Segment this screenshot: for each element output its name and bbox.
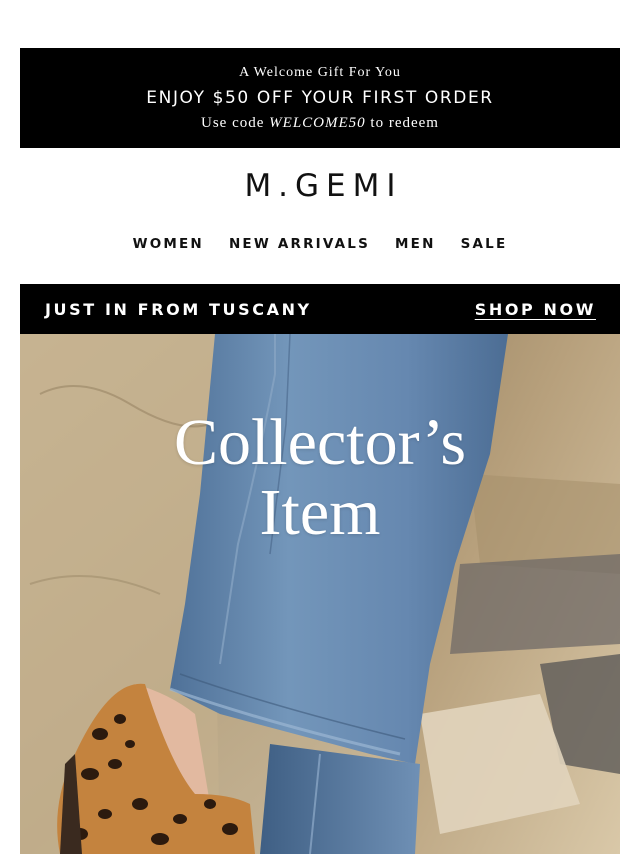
promo-code-line: Use code WELCOME50 to redeem <box>20 115 620 132</box>
hero-image[interactable]: Collector’s Item <box>20 334 620 854</box>
hero-title-line-1: Collector’s <box>173 406 467 479</box>
brand-logo[interactable]: M.GEMI <box>0 168 640 204</box>
promo-headline: ENJOY $50 OFF YOUR FIRST ORDER <box>146 88 494 108</box>
promo-banner[interactable]: A Welcome Gift For You ENJOY $50 OFF YOU… <box>20 48 620 148</box>
promo-code: WELCOME50 <box>269 115 366 131</box>
promo-eyebrow: A Welcome Gift For You <box>239 65 401 80</box>
nav-item-women[interactable]: WOMEN <box>133 236 204 252</box>
hero-title-line-2: Item <box>259 476 381 549</box>
collection-banner[interactable]: JUST IN FROM TUSCANY SHOP NOW <box>20 284 620 334</box>
nav-item-men[interactable]: MEN <box>395 236 436 252</box>
promo-code-suffix: to redeem <box>365 115 439 131</box>
promo-code-prefix: Use code <box>201 115 270 131</box>
hero-title: Collector’s Item <box>20 408 620 548</box>
nav-item-sale[interactable]: SALE <box>461 236 508 252</box>
nav-item-new-arrivals[interactable]: NEW ARRIVALS <box>229 236 370 252</box>
banner-text: JUST IN FROM TUSCANY <box>45 300 312 319</box>
shop-now-link[interactable]: SHOP NOW <box>475 300 596 319</box>
main-nav: WOMEN NEW ARRIVALS MEN SALE <box>0 236 640 252</box>
